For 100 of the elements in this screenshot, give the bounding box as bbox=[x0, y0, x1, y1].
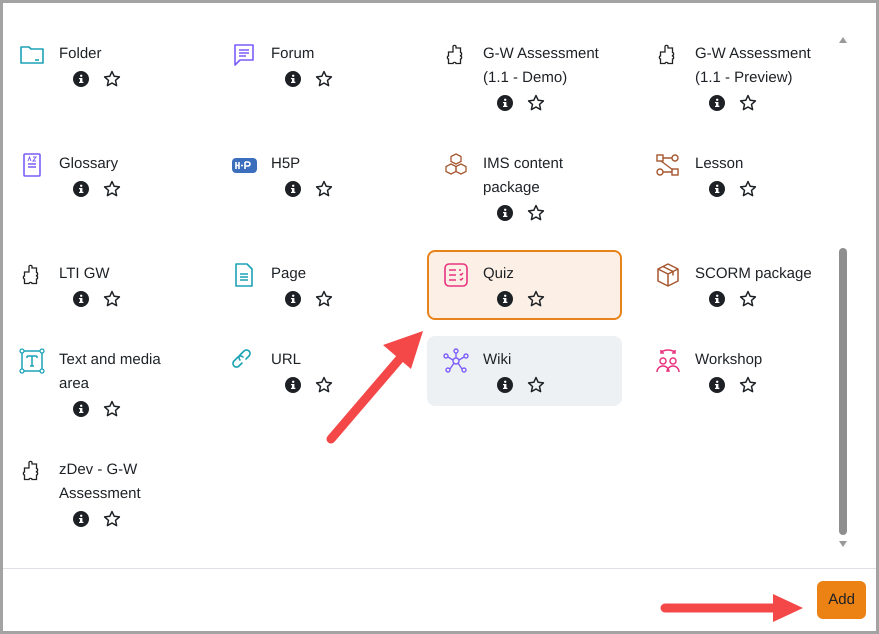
info-button[interactable] bbox=[73, 71, 89, 87]
activity-tile[interactable]: LTI GW bbox=[3, 250, 198, 320]
star-icon bbox=[103, 510, 121, 528]
info-button[interactable] bbox=[73, 511, 89, 527]
activity-name: Forum bbox=[271, 44, 316, 64]
info-button[interactable] bbox=[73, 401, 89, 417]
info-button[interactable] bbox=[497, 95, 513, 111]
star-icon bbox=[103, 290, 121, 308]
info-button[interactable] bbox=[73, 291, 89, 307]
star-button[interactable] bbox=[315, 290, 333, 308]
star-button[interactable] bbox=[527, 204, 545, 222]
info-button[interactable] bbox=[497, 377, 513, 393]
star-icon bbox=[739, 290, 757, 308]
star-button[interactable] bbox=[315, 376, 333, 394]
activity-tile[interactable]: Workshop bbox=[639, 336, 834, 406]
activity-name: URL bbox=[271, 350, 302, 370]
star-button[interactable] bbox=[739, 94, 757, 112]
info-icon bbox=[285, 377, 301, 393]
activity-name: Glossary bbox=[59, 154, 120, 174]
activity-tile[interactable]: Wiki bbox=[427, 336, 622, 406]
star-button[interactable] bbox=[103, 70, 121, 88]
info-button[interactable] bbox=[497, 205, 513, 221]
info-icon bbox=[497, 95, 513, 111]
star-icon bbox=[527, 94, 545, 112]
star-button[interactable] bbox=[103, 180, 121, 198]
info-icon bbox=[709, 95, 725, 111]
info-icon bbox=[73, 291, 89, 307]
activity-tile[interactable]: Page bbox=[215, 250, 410, 320]
scroll-up-arrow-icon[interactable] bbox=[839, 37, 847, 43]
activity-tile[interactable]: Text and media area bbox=[3, 336, 198, 430]
star-icon bbox=[315, 70, 333, 88]
info-icon bbox=[285, 71, 301, 87]
activity-tile[interactable]: Glossary bbox=[3, 140, 198, 210]
activity-name: SCORM package bbox=[695, 264, 812, 284]
star-icon bbox=[739, 376, 757, 394]
activity-tile[interactable]: Lesson bbox=[639, 140, 834, 210]
activity-name: LTI GW bbox=[59, 264, 111, 284]
activity-name: Page bbox=[271, 264, 308, 284]
activity-tile[interactable]: Folder bbox=[3, 30, 198, 100]
star-button[interactable] bbox=[527, 376, 545, 394]
info-button[interactable] bbox=[285, 71, 301, 87]
activity-name: Text and media area bbox=[59, 350, 162, 394]
activity-tile[interactable]: URL bbox=[215, 336, 410, 406]
activity-tile[interactable]: G-W Assessment (1.1 - Demo) bbox=[427, 30, 622, 124]
activity-tile[interactable]: Forum bbox=[215, 30, 410, 100]
star-button[interactable] bbox=[739, 290, 757, 308]
info-icon bbox=[73, 71, 89, 87]
star-button[interactable] bbox=[103, 290, 121, 308]
flow-nodes-icon bbox=[655, 152, 681, 178]
star-button[interactable] bbox=[103, 510, 121, 528]
star-icon bbox=[315, 376, 333, 394]
star-icon bbox=[103, 400, 121, 418]
star-icon bbox=[739, 94, 757, 112]
info-icon bbox=[709, 181, 725, 197]
star-icon bbox=[739, 180, 757, 198]
info-icon bbox=[73, 401, 89, 417]
add-button[interactable]: Add bbox=[817, 580, 866, 620]
activity-tile[interactable]: G-W Assessment (1.1 - Preview) bbox=[639, 30, 834, 124]
activity-name: Lesson bbox=[695, 154, 744, 174]
star-button[interactable] bbox=[315, 180, 333, 198]
activity-tile[interactable]: SCORM package bbox=[639, 250, 834, 320]
activity-name: G-W Assessment (1.1 - Demo) bbox=[483, 44, 600, 88]
activity-name: H5P bbox=[271, 154, 302, 174]
info-button[interactable] bbox=[709, 181, 725, 197]
activity-name: Wiki bbox=[483, 350, 512, 370]
star-button[interactable] bbox=[527, 94, 545, 112]
info-button[interactable] bbox=[709, 95, 725, 111]
star-button[interactable] bbox=[315, 70, 333, 88]
info-button[interactable] bbox=[285, 377, 301, 393]
activity-tile[interactable]: H5P bbox=[215, 140, 410, 210]
star-button[interactable] bbox=[103, 400, 121, 418]
activity-tile[interactable]: IMS content package bbox=[427, 140, 622, 234]
info-icon bbox=[73, 181, 89, 197]
info-icon bbox=[709, 291, 725, 307]
activity-tile[interactable]: zDev - G-W Assessment bbox=[3, 446, 198, 540]
scroll-down-arrow-icon[interactable] bbox=[839, 541, 847, 547]
info-icon bbox=[285, 291, 301, 307]
activity-name: Quiz bbox=[483, 264, 515, 284]
star-icon bbox=[103, 70, 121, 88]
activity-tile[interactable]: Quiz bbox=[427, 250, 622, 320]
star-button[interactable] bbox=[739, 376, 757, 394]
network-icon bbox=[443, 348, 469, 374]
info-button[interactable] bbox=[497, 291, 513, 307]
scrollbar-thumb[interactable] bbox=[839, 248, 847, 535]
activity-name: G-W Assessment (1.1 - Preview) bbox=[695, 44, 812, 88]
info-icon bbox=[497, 291, 513, 307]
star-icon bbox=[315, 290, 333, 308]
info-icon bbox=[285, 181, 301, 197]
activity-name: IMS content package bbox=[483, 154, 564, 198]
activity-name: zDev - G-W Assessment bbox=[59, 460, 142, 504]
info-button[interactable] bbox=[285, 291, 301, 307]
star-button[interactable] bbox=[527, 290, 545, 308]
info-icon bbox=[709, 377, 725, 393]
info-button[interactable] bbox=[709, 377, 725, 393]
people-icon bbox=[655, 348, 681, 374]
info-button[interactable] bbox=[73, 181, 89, 197]
info-button[interactable] bbox=[709, 291, 725, 307]
info-icon bbox=[73, 511, 89, 527]
star-button[interactable] bbox=[739, 180, 757, 198]
info-button[interactable] bbox=[285, 181, 301, 197]
